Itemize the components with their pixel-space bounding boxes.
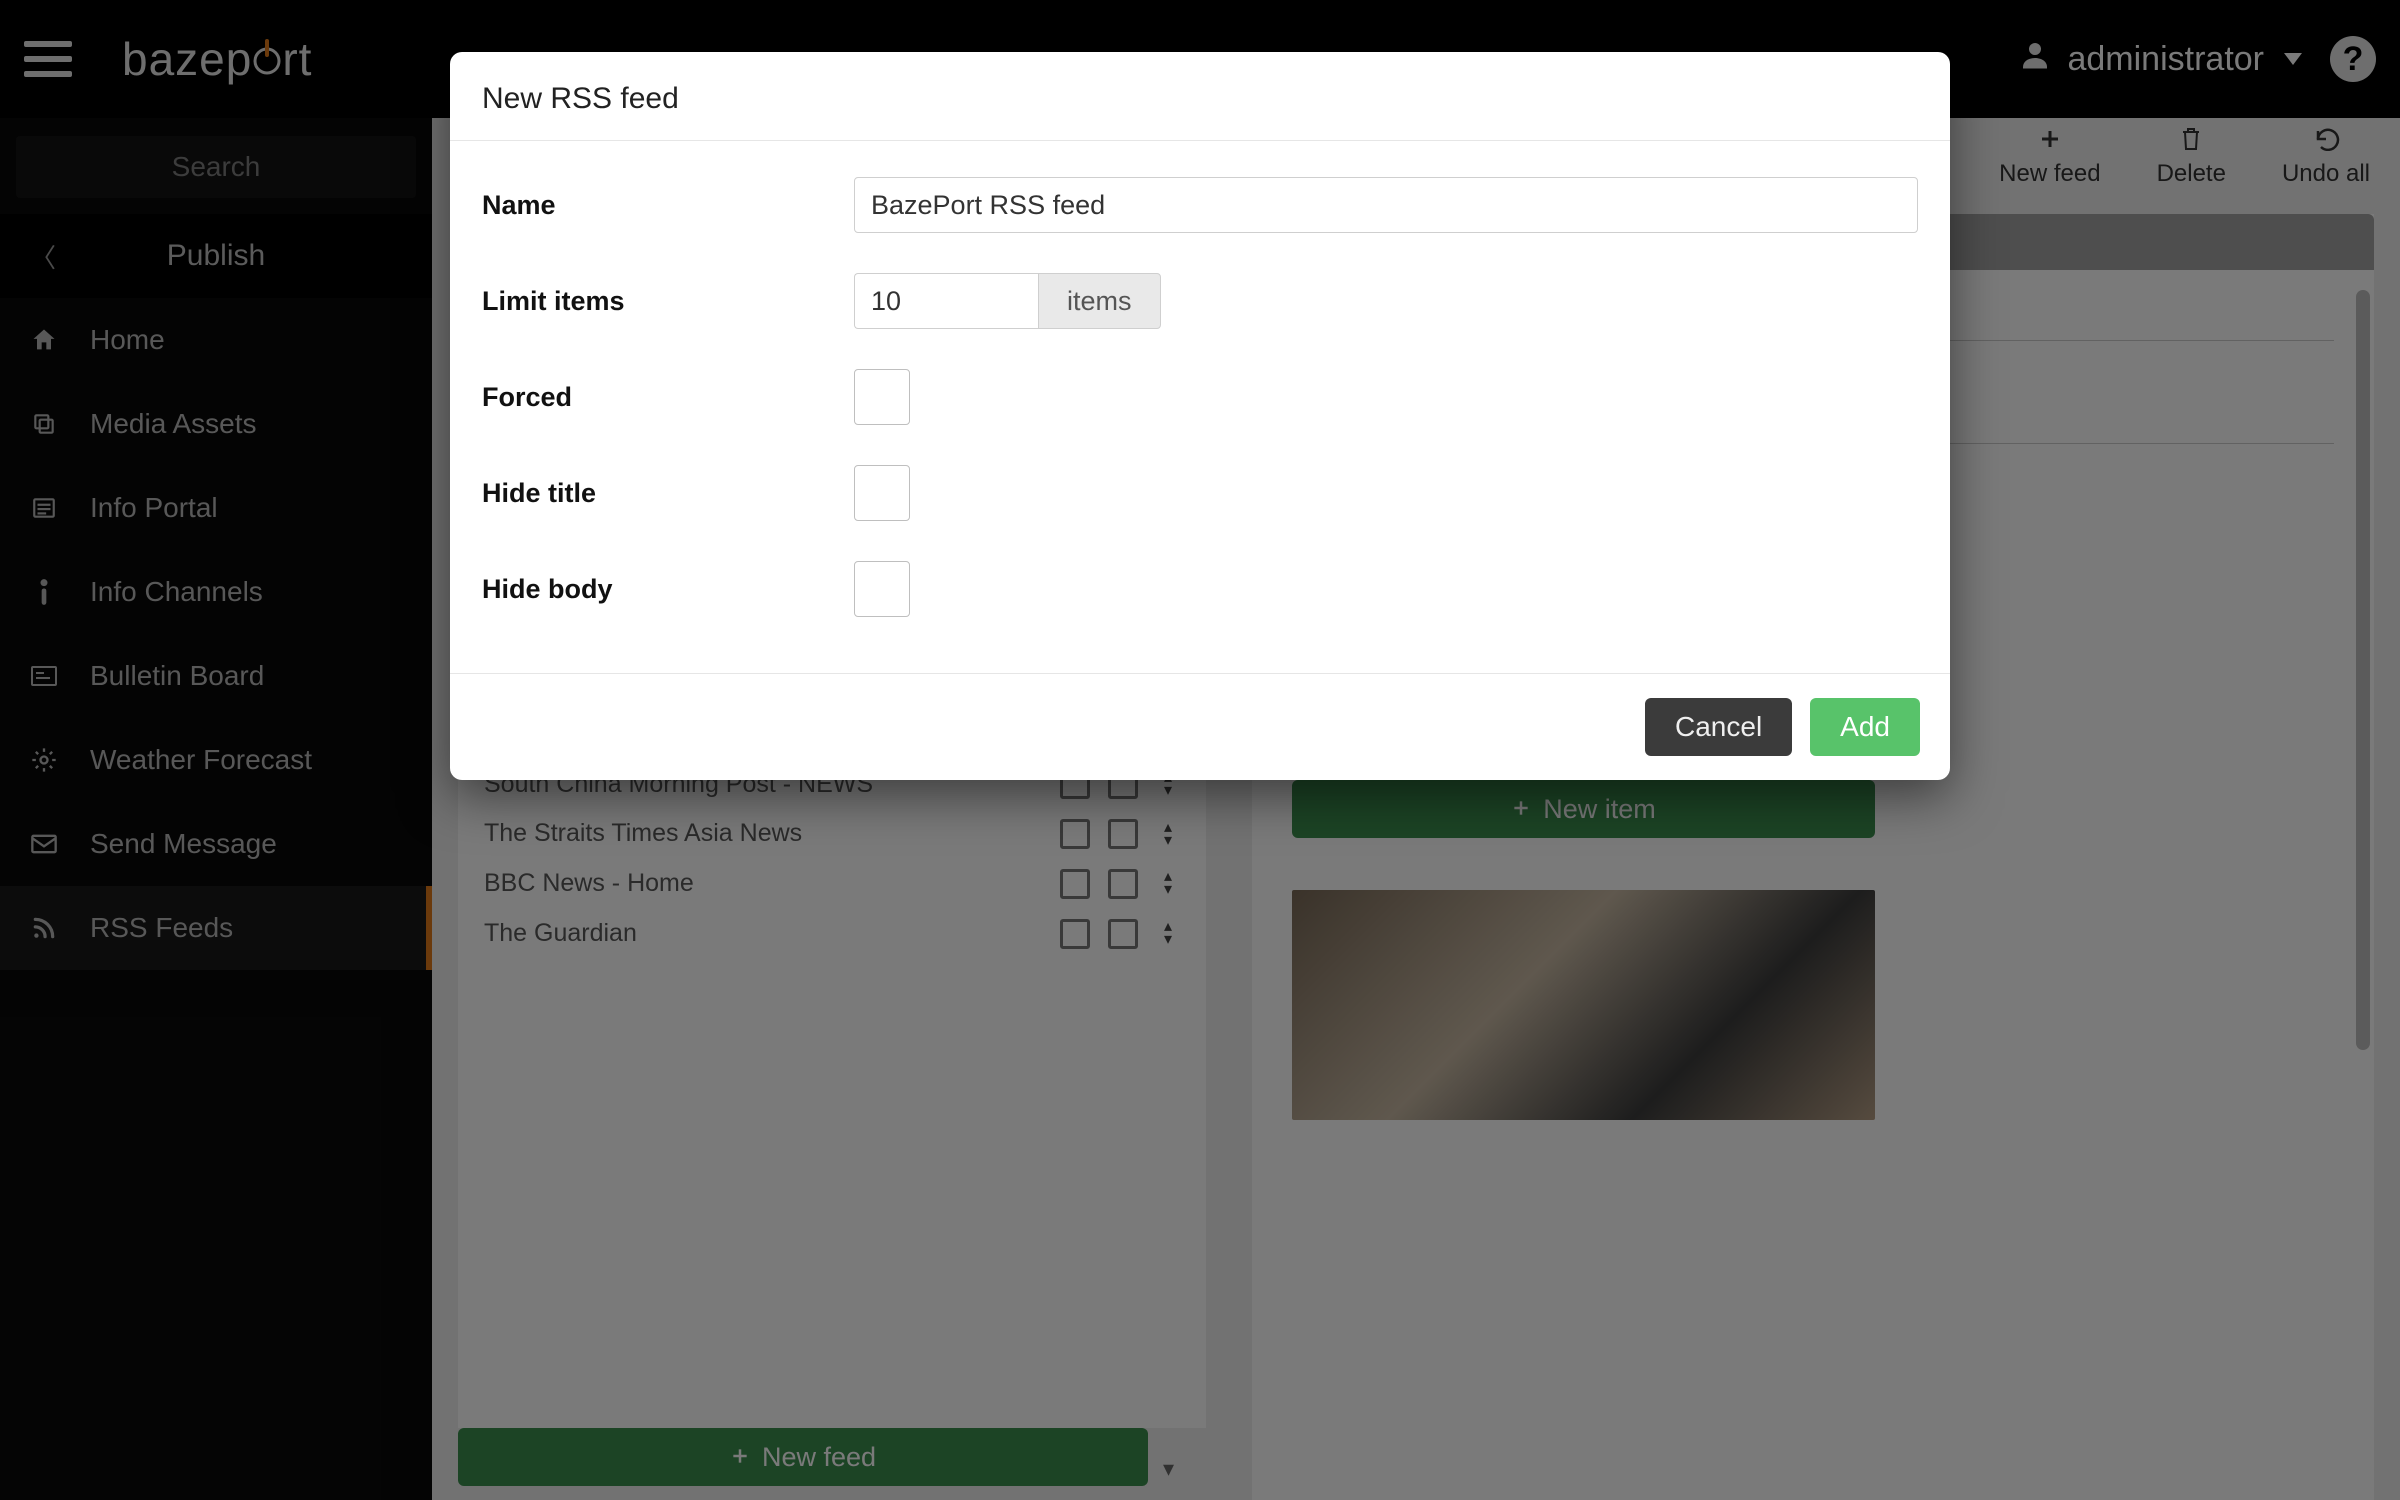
modal-title: New RSS feed: [450, 52, 1950, 141]
modal-forced-label: Forced: [482, 382, 854, 413]
modal-hide-title-label: Hide title: [482, 478, 854, 509]
new-rss-feed-modal: New RSS feed Name Limit items items Forc…: [450, 52, 1950, 780]
modal-hide-body-label: Hide body: [482, 574, 854, 605]
cancel-button[interactable]: Cancel: [1645, 698, 1792, 756]
modal-limit-input[interactable]: [854, 273, 1038, 329]
modal-limit-unit: items: [1038, 273, 1161, 329]
add-button[interactable]: Add: [1810, 698, 1920, 756]
modal-hide-body-checkbox[interactable]: [854, 561, 910, 617]
modal-name-label: Name: [482, 190, 854, 221]
modal-hide-title-checkbox[interactable]: [854, 465, 910, 521]
modal-forced-checkbox[interactable]: [854, 369, 910, 425]
modal-limit-label: Limit items: [482, 286, 854, 317]
modal-name-input[interactable]: [854, 177, 1918, 233]
